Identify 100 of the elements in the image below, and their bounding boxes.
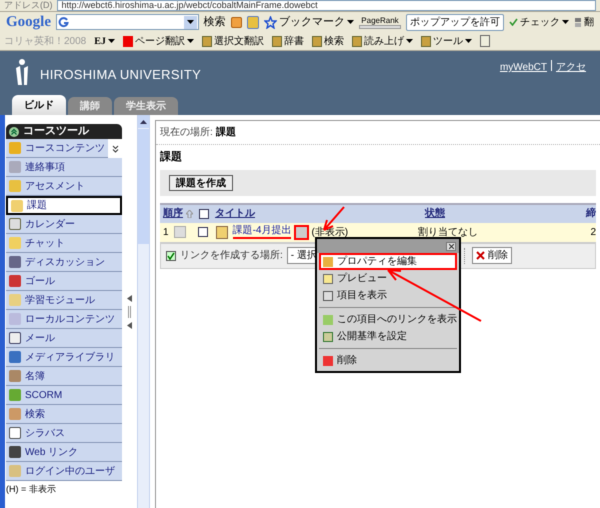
sidebar-item[interactable]: 学習モジュール: [6, 291, 122, 310]
sidebar-item[interactable]: カレンダー: [6, 215, 122, 234]
tool-icon: [9, 313, 21, 325]
sidebar-item[interactable]: 検索: [6, 405, 122, 424]
university-name: HIROSHIMA UNIVERSITY: [40, 66, 202, 84]
checkbox-icon: [166, 250, 176, 260]
tool-icon: [9, 180, 21, 192]
tool-icon: [9, 389, 21, 401]
header-link[interactable]: アクセ: [556, 60, 586, 75]
sidebar-item[interactable]: ディスカッション: [6, 253, 122, 272]
legend-text: (H) = 非表示: [6, 483, 57, 496]
breadcrumb-current: 課題: [216, 126, 236, 140]
menu-item[interactable]: この項目へのリンクを表示: [319, 311, 457, 328]
tab[interactable]: ビルド: [12, 95, 66, 115]
tool-icon: [9, 218, 21, 230]
search-button[interactable]: 検索: [204, 14, 226, 30]
sidebar-item[interactable]: 名簿: [6, 367, 122, 386]
column-header[interactable]: 締: [586, 206, 596, 221]
address-label: アドレス(D): [4, 0, 52, 11]
translate-button[interactable]: 翻: [574, 14, 594, 30]
create-button[interactable]: 課題を作成: [169, 174, 233, 190]
column-header[interactable]: タイトル: [215, 206, 255, 221]
tool-icon: [9, 294, 21, 306]
order-text: 1: [163, 226, 169, 240]
tool-icon: [9, 408, 21, 420]
dropdown-button[interactable]: [184, 16, 197, 28]
row-checkbox[interactable]: [198, 227, 208, 237]
address-field[interactable]: http://webct6.hiroshima-u.ac.jp/webct/cobaltMainFrame.dowebct: [56, 0, 596, 11]
sidebar-item[interactable]: メール: [6, 329, 122, 348]
tool-icon: [9, 351, 21, 363]
sidebar-item[interactable]: ゴール: [6, 272, 122, 291]
sidebar-item[interactable]: メディアライブラリ: [6, 348, 122, 367]
toolbar-button[interactable]: 読み上げ: [352, 34, 413, 48]
up-arrow-icon: [140, 120, 147, 124]
delete-icon: [476, 251, 485, 260]
delete-button[interactable]: 削除: [472, 247, 512, 264]
scroll-thumb[interactable]: [138, 129, 149, 244]
brand-text: コリャ英和！2008: [4, 34, 86, 48]
breadcrumb-label: 現在の場所:: [160, 126, 213, 140]
caret-icon: [562, 20, 569, 24]
menu-item[interactable]: 削除: [319, 352, 457, 369]
sidebar-item[interactable]: コースコンテンツ: [6, 139, 108, 158]
toolbar-button[interactable]: EJ: [94, 34, 115, 48]
collapse-arrow-icon[interactable]: [127, 322, 132, 328]
sidebar-item[interactable]: ローカルコンテンツ: [6, 310, 122, 329]
search-field[interactable]: [56, 14, 199, 30]
footer-label: リンクを作成する場所:: [180, 248, 283, 263]
collapse-icon[interactable]: [9, 126, 19, 136]
toolbar-button[interactable]: 辞書: [272, 34, 304, 48]
g-logo-icon: [58, 16, 69, 28]
tool-icon: [9, 465, 21, 477]
table-cell-text: 2: [590, 226, 596, 240]
tool-icon: [9, 332, 21, 344]
tool-icon: [9, 446, 21, 458]
tool-icon: [11, 200, 23, 212]
scroll-up-button[interactable]: [138, 115, 149, 128]
sidebar-title: コースツール: [23, 124, 89, 140]
pagerank-button[interactable]: PageRank: [358, 16, 401, 28]
column-header[interactable]: 状態: [425, 206, 445, 221]
assignment-link[interactable]: 課題-4月提出: [232, 225, 292, 239]
sidebar-item[interactable]: 連絡事項: [6, 158, 122, 177]
tool-icon: [9, 256, 21, 268]
sidebar-item[interactable]: アセスメント: [6, 177, 122, 196]
close-button[interactable]: [446, 242, 456, 250]
column-header[interactable]: 順序: [163, 206, 183, 221]
scrollbar[interactable]: [137, 115, 150, 508]
star-icon: [264, 16, 277, 28]
menu-item[interactable]: プロパティを編集: [319, 253, 457, 270]
menu-item[interactable]: 項目を表示: [319, 287, 457, 304]
select-all-checkbox[interactable]: [199, 208, 209, 218]
spellcheck-button[interactable]: チェック: [508, 14, 569, 30]
splitter-grip[interactable]: [128, 306, 131, 318]
toolbar-button[interactable]: 選択文翻訳: [202, 34, 264, 48]
caret-icon: [186, 20, 194, 24]
tool-icon: [9, 142, 21, 154]
popup-button[interactable]: ポップアップを許可: [406, 14, 504, 30]
header-link[interactable]: myWebCT: [500, 60, 547, 75]
close-icon: [448, 244, 454, 248]
sidebar-item[interactable]: Web リンク: [6, 443, 122, 462]
sidebar-item[interactable]: ログイン中のユーザ: [6, 462, 122, 481]
menu-item-icon: [323, 356, 333, 366]
double-chevron-icon: [112, 144, 118, 152]
sidebar-item[interactable]: チャット: [6, 234, 122, 253]
sidebar-item[interactable]: 課題: [6, 196, 122, 215]
toolbar-button[interactable]: ページ翻訳: [122, 34, 194, 48]
sidebar-item[interactable]: シラバス: [6, 424, 122, 443]
bookmarks-button[interactable]: ブックマーク: [264, 14, 354, 30]
toolbar-button[interactable]: 検索: [312, 34, 344, 48]
menu-button[interactable]: [294, 224, 310, 240]
page-heading: 課題: [158, 150, 183, 165]
menu-item[interactable]: プレビュー: [319, 270, 457, 287]
menu-item[interactable]: 公開基準を設定: [319, 328, 457, 345]
google-logo: Google: [6, 12, 51, 32]
check-icon: [508, 18, 518, 26]
caret-icon: [346, 20, 354, 24]
sidebar-item[interactable]: SCORM: [6, 386, 122, 405]
pagerank-meter: [358, 24, 401, 28]
toolbar-button[interactable]: ツール: [420, 34, 472, 48]
tool-icon: [9, 161, 21, 173]
collapse-arrow-icon[interactable]: [127, 294, 132, 302]
